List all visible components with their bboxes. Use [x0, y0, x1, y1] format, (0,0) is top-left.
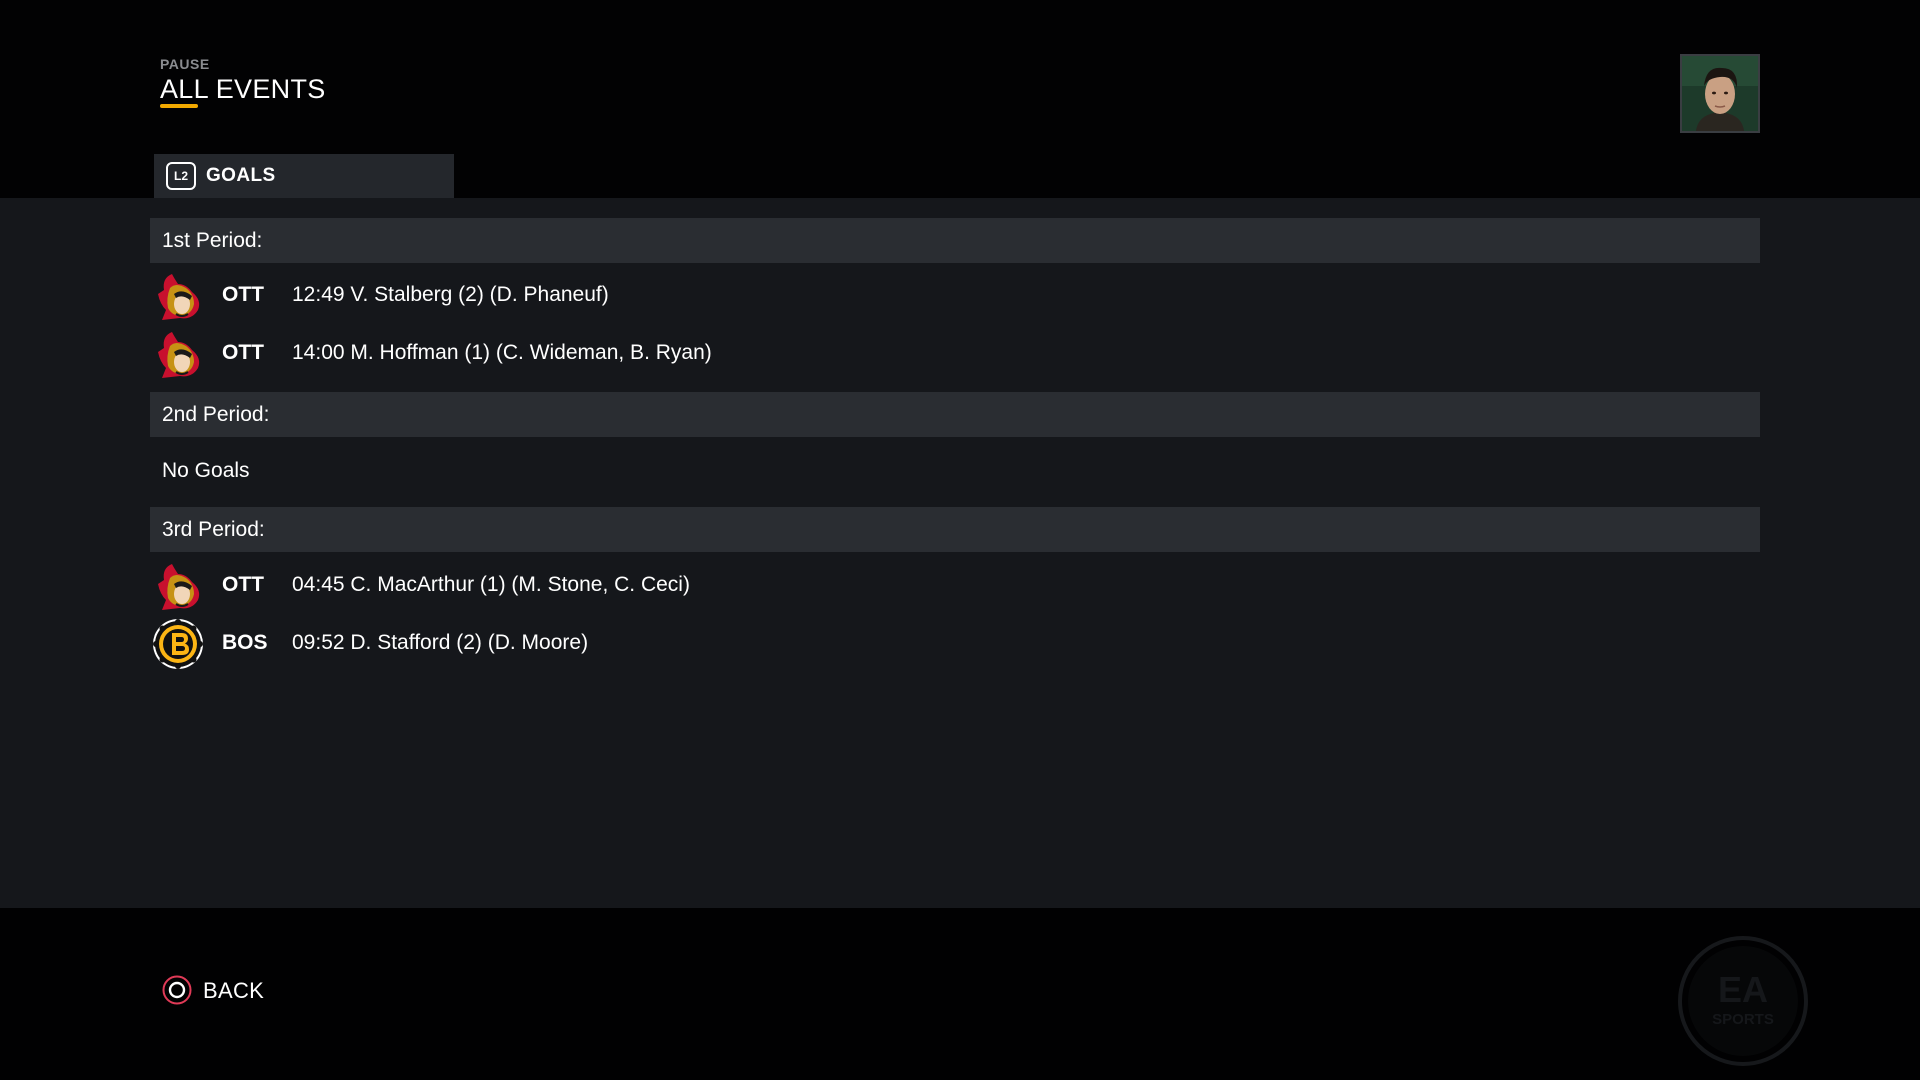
- ottawa-senators-logo-icon: [158, 564, 200, 610]
- ea-sports-logo-icon: EA SPORTS: [1678, 936, 1808, 1066]
- watermark-text-top: EA: [1718, 969, 1768, 1010]
- tab-goals[interactable]: L2 GOALS: [154, 154, 454, 198]
- back-label: BACK: [203, 978, 265, 1003]
- period-header: 3rd Period:: [150, 507, 1760, 552]
- circle-button-icon: [162, 975, 192, 1005]
- team-abbreviation: OTT: [222, 341, 264, 364]
- team-abbreviation: OTT: [222, 573, 264, 596]
- player-avatar: [1680, 54, 1760, 133]
- goal-row: OTT 12:49 V. Stalberg (2) (D. Phaneuf): [150, 268, 1760, 324]
- goal-row: OTT 14:00 M. Hoffman (1) (C. Wideman, B.…: [150, 326, 1760, 382]
- ottawa-senators-logo-icon: [158, 332, 200, 378]
- period-header: 1st Period:: [150, 218, 1760, 263]
- ottawa-senators-logo-icon: [158, 274, 200, 320]
- goal-row: OTT 04:45 C. MacArthur (1) (M. Stone, C.…: [150, 558, 1760, 614]
- goal-description: 04:45 C. MacArthur (1) (M. Stone, C. Cec…: [292, 573, 690, 596]
- tab-label: GOALS: [206, 165, 276, 186]
- footer-bar: [0, 908, 1920, 1080]
- breadcrumb: PAUSE: [160, 56, 210, 72]
- team-abbreviation: BOS: [222, 631, 268, 654]
- l2-trigger-icon: L2: [166, 162, 196, 190]
- watermark-text-bottom: SPORTS: [1712, 1011, 1774, 1028]
- goal-description: 12:49 V. Stalberg (2) (D. Phaneuf): [292, 283, 609, 306]
- no-goals-text: No Goals: [162, 459, 250, 482]
- period-label: 2nd Period:: [162, 403, 270, 426]
- goal-description: 09:52 D. Stafford (2) (D. Moore): [292, 631, 589, 654]
- goal-row: BOS 09:52 D. Stafford (2) (D. Moore): [150, 616, 1760, 672]
- goal-description: 14:00 M. Hoffman (1) (C. Wideman, B. Rya…: [292, 341, 712, 364]
- boston-bruins-logo-icon: [153, 619, 203, 669]
- period-header: 2nd Period:: [150, 392, 1760, 437]
- back-button[interactable]: BACK: [162, 974, 282, 1006]
- period-label: 3rd Period:: [162, 518, 265, 541]
- period-label: 1st Period:: [162, 229, 263, 252]
- team-abbreviation: OTT: [222, 283, 264, 306]
- page-title: ALL EVENTS: [160, 74, 326, 104]
- title-underline: [160, 104, 198, 108]
